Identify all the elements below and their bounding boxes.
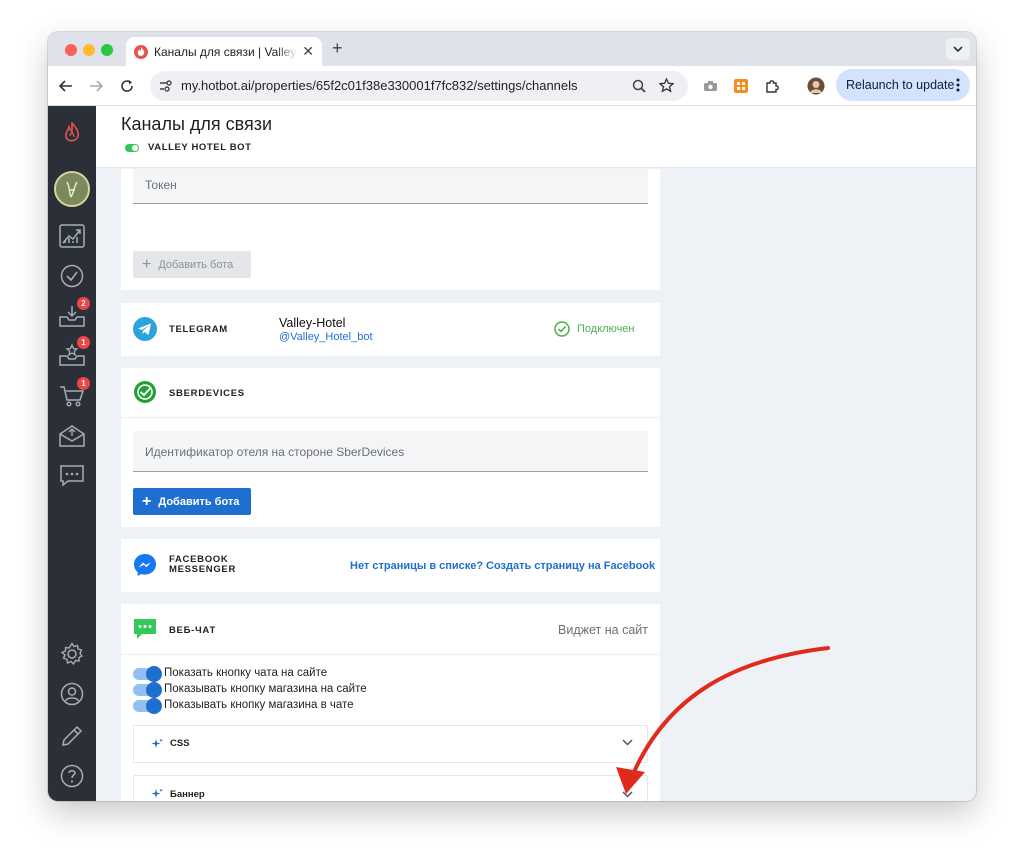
hotel-logo-icon <box>66 181 78 198</box>
channels-content: Токен + Добавить бота TELEGRAM Valley-Ho… <box>96 169 976 801</box>
reviews-badge: 1 <box>77 336 90 349</box>
forward-arrow-icon[interactable] <box>86 76 106 96</box>
relaunch-label: Relaunch to update <box>846 78 955 92</box>
url-text: my.hotbot.ai/properties/65f2c01f38e33000… <box>181 78 578 93</box>
inbox-badge: 2 <box>77 297 90 310</box>
analytics-chart-icon[interactable] <box>59 223 85 249</box>
profile-avatar-icon[interactable] <box>806 76 826 96</box>
minimize-window-button[interactable] <box>83 44 95 56</box>
shop-cart-icon[interactable]: 1 <box>59 377 90 409</box>
hotbot-favicon-icon <box>134 44 148 59</box>
inbox-download-icon[interactable]: 2 <box>59 297 90 329</box>
page-title: Каналы для связи <box>121 114 273 134</box>
address-bar[interactable]: my.hotbot.ai/properties/65f2c01f38e33000… <box>150 71 688 101</box>
chevron-down-icon <box>953 46 963 52</box>
reload-icon[interactable] <box>117 76 137 96</box>
browser-tab-active[interactable]: Каналы для связи | Valley Hotel Bot ✕ <box>126 37 322 66</box>
tab-title: Каналы для связи | Valley Hotel Bot <box>154 44 298 59</box>
reviews-star-inbox-icon[interactable]: 1 <box>59 336 90 368</box>
site-settings-icon[interactable] <box>158 79 172 93</box>
tab-search-button[interactable] <box>946 38 970 60</box>
browser-toolbar: my.hotbot.ai/properties/65f2c01f38e33000… <box>48 66 976 106</box>
bot-active-toggle[interactable] <box>125 144 139 152</box>
hotbot-logo-icon[interactable] <box>59 120 85 146</box>
hotel-avatar[interactable] <box>54 171 90 207</box>
tab-strip: Каналы для связи | Valley Hotel Bot ✕ + <box>48 32 976 66</box>
back-arrow-icon[interactable] <box>56 76 76 96</box>
settings-gear-icon[interactable] <box>59 641 85 667</box>
app-sidebar: 2 1 1 <box>48 106 96 801</box>
more-vertical-icon[interactable] <box>956 78 960 92</box>
bot-name-label: VALLEY HOTEL BOT <box>148 142 252 153</box>
zoom-magnifier-icon[interactable] <box>632 79 646 93</box>
relaunch-to-update-button[interactable]: Relaunch to update <box>836 69 970 101</box>
edit-pencil-icon[interactable] <box>59 723 85 749</box>
profile-user-icon[interactable] <box>59 681 85 707</box>
zoom-window-button[interactable] <box>101 44 113 56</box>
new-tab-button[interactable]: + <box>332 38 343 59</box>
extensions-puzzle-icon[interactable] <box>762 76 782 96</box>
close-tab-icon[interactable]: ✕ <box>302 43 314 60</box>
close-window-button[interactable] <box>65 44 77 56</box>
bookmark-star-icon[interactable] <box>659 78 674 93</box>
chat-bubble-icon[interactable] <box>59 463 85 489</box>
browser-window: Каналы для связи | Valley Hotel Bot ✕ + … <box>48 32 976 801</box>
camera-extension-icon[interactable] <box>700 76 720 96</box>
annotation-arrow <box>616 646 830 794</box>
shop-badge: 1 <box>77 377 90 390</box>
help-question-icon[interactable] <box>59 763 85 789</box>
orange-extension-icon[interactable] <box>731 76 751 96</box>
tasks-check-icon[interactable] <box>59 263 85 289</box>
mailing-envelope-icon[interactable] <box>59 423 85 449</box>
page-header: Каналы для связи VALLEY HOTEL BOT <box>96 106 976 168</box>
